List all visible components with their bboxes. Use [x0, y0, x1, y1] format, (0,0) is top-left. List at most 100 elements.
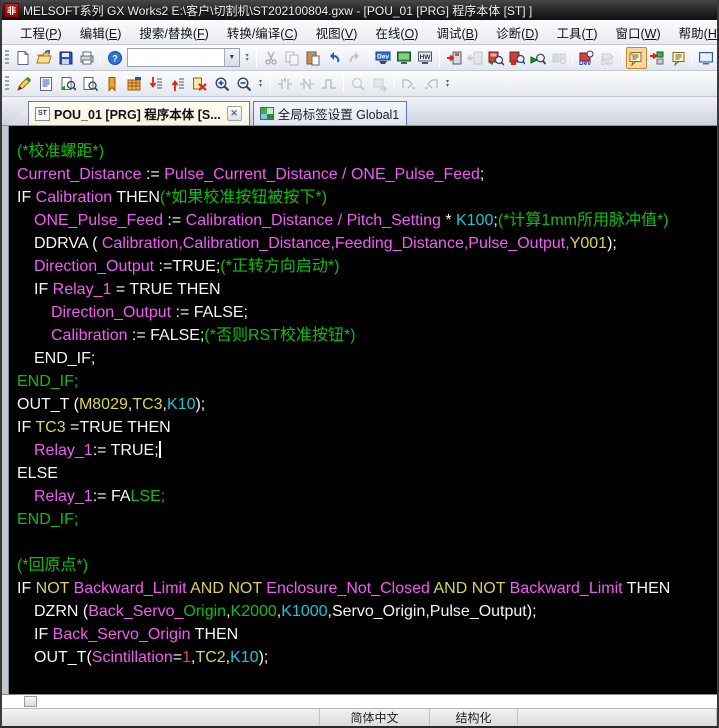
code-token: IF	[17, 580, 36, 597]
device-display-dev-icon[interactable]: Dev	[576, 47, 597, 69]
horizontal-scrollbar[interactable]	[2, 694, 717, 708]
title-bar[interactable]: 非 MELSOFT系列 GX Works2 E:\客户\切割机\ST202100…	[2, 0, 717, 20]
code-line[interactable]: Direction_Output :=TRUE;(*正转方向启动*)	[27, 255, 717, 278]
menu-project[interactable]: 工程(P)	[11, 20, 71, 45]
paste-icon[interactable]	[303, 47, 324, 69]
menu-view[interactable]: 视图(V)	[307, 20, 367, 45]
toolbar-separator	[343, 74, 344, 93]
code-token: := TRUE;	[92, 442, 159, 459]
code-line[interactable]: Relay_1:= FALSE;	[27, 485, 717, 508]
transfer-setup-icon[interactable]	[647, 47, 668, 69]
code-line[interactable]: END_IF;	[27, 347, 717, 370]
toolbar-overflow-button[interactable]: ▾ ▾	[242, 48, 253, 68]
help-icon[interactable]: ?	[104, 47, 125, 69]
monitor-stop-icon[interactable]	[506, 47, 527, 69]
io-system-setting-icon[interactable]: HW	[415, 47, 436, 69]
comment-batch-icon[interactable]	[668, 47, 689, 69]
code-token: Calibration	[35, 189, 113, 206]
code-line[interactable]: END_IF;	[10, 508, 717, 531]
menu-compile[interactable]: 转换/编译(C)	[218, 20, 307, 45]
code-token: := FALSE;	[127, 327, 205, 344]
find-in-doc-icon[interactable]	[79, 73, 101, 95]
menu-edit[interactable]: 编辑(E)	[71, 20, 131, 45]
code-line[interactable]: IF Calibration THEN(*如果校准按钮被按下*)	[10, 186, 717, 209]
code-token: Backward_Limit	[73, 580, 187, 597]
code-line[interactable]: END_IF;	[10, 370, 717, 393]
comment-display-icon[interactable]	[625, 46, 647, 69]
menu-help[interactable]: 帮助(H)	[670, 20, 719, 45]
code-line[interactable]: Current_Distance := Pulse_Current_Distan…	[10, 163, 717, 186]
tab-pou01-st[interactable]: ST POU_01 [PRG] 程序本体 [S... ✕	[28, 101, 250, 125]
delete-find-icon[interactable]	[189, 73, 211, 95]
code-line[interactable]: (*校准螺距*)	[10, 140, 717, 163]
code-token: Origin	[183, 603, 227, 620]
monitor-start-icon[interactable]	[485, 47, 506, 69]
menu-tools[interactable]: 工具(T)	[548, 20, 607, 45]
st-code-editor[interactable]: (*校准螺距*) Current_Distance := Pulse_Curren…	[2, 126, 717, 694]
code-token: AND NOT	[190, 580, 262, 597]
code-line[interactable]: Calibration := FALSE;(*否则RST校准按钮*)	[44, 324, 717, 347]
code-line[interactable]: DDRVA ( Calibration,Calibration_Distance…	[27, 232, 717, 255]
code-line[interactable]: OUT_T(Scintillation=1,TC2,K10);	[27, 646, 717, 669]
bookmark-icon[interactable]	[101, 73, 123, 95]
ladder-close-contact-icon	[296, 73, 318, 95]
toolbar-overflow-button[interactable]: ▾ ▾	[255, 74, 266, 94]
zoom-out-icon[interactable]	[233, 73, 255, 95]
status-right	[518, 709, 717, 726]
new-file-icon[interactable]	[13, 47, 34, 69]
code-line[interactable]: (*回原点*)	[10, 554, 717, 577]
code-token: 1	[182, 649, 191, 666]
code-line[interactable]: IF NOT Backward_Limit AND NOT Enclosure_…	[10, 577, 717, 600]
code-line[interactable]: OUT_T (M8029,TC3,K10);	[10, 393, 717, 416]
st-code-area[interactable]: (*校准螺距*) Current_Distance := Pulse_Curren…	[10, 140, 717, 669]
monitor-screen-green-icon[interactable]	[394, 47, 415, 69]
menu-diagnostics[interactable]: 诊断(D)	[487, 20, 547, 45]
toolbar-overflow-button[interactable]: ▾ ▾	[442, 74, 453, 94]
toolbar-separator	[394, 74, 395, 93]
hscroll-thumb[interactable]	[24, 696, 37, 707]
monitor-window-icon[interactable]	[696, 47, 717, 69]
save-icon[interactable]	[55, 47, 76, 69]
device-comment-edit-icon[interactable]	[123, 73, 145, 95]
word-find-down-icon[interactable]	[145, 73, 167, 95]
svg-text:Dev: Dev	[601, 60, 613, 66]
print-icon[interactable]	[76, 47, 97, 69]
code-line[interactable]: DZRN (Back_Servo_Origin,K2000,K1000,Serv…	[27, 600, 717, 623]
undo-icon[interactable]	[324, 47, 345, 69]
svg-text:HW: HW	[420, 54, 432, 61]
menu-debug[interactable]: 调试(B)	[427, 20, 487, 45]
code-token: (*回原点*)	[17, 557, 89, 574]
watch-start-icon[interactable]	[527, 47, 548, 69]
watch-stop-icon	[548, 47, 569, 69]
chevron-down-icon[interactable]: ▼	[223, 49, 239, 66]
zoom-in-icon[interactable]	[211, 73, 233, 95]
combobox-value[interactable]	[128, 49, 224, 66]
word-find-up-icon[interactable]	[167, 73, 189, 95]
write-to-plc-icon[interactable]	[443, 47, 464, 69]
read-mode-doc-icon[interactable]	[35, 73, 57, 95]
code-line[interactable]: IF Relay_1 = TRUE THEN	[27, 278, 717, 301]
open-file-icon[interactable]	[34, 47, 55, 69]
code-token: END_IF;	[17, 511, 79, 528]
code-line[interactable]: ELSE	[10, 462, 717, 485]
code-token: =TRUE THEN	[65, 419, 171, 436]
code-line[interactable]: IF Back_Servo_Origin THEN	[27, 623, 717, 646]
code-line[interactable]	[10, 531, 717, 554]
menu-find-replace[interactable]: 搜索/替换(F)	[130, 20, 217, 45]
code-line[interactable]: Direction_Output := FALSE;	[44, 301, 717, 324]
tab-global-label[interactable]: 全局标签设置 Global1	[252, 101, 408, 125]
code-token: (*如果校准按钮被按下*)	[159, 189, 327, 206]
code-line[interactable]: IF TC3 =TRUE THEN	[10, 416, 717, 439]
code-token: Calibration,Calibration_Distance,Feeding…	[101, 235, 570, 252]
close-tab-icon[interactable]: ✕	[226, 106, 242, 121]
code-token: OUT_T(	[34, 649, 92, 666]
code-token: =	[172, 649, 183, 666]
code-line[interactable]: ONE_Pulse_Feed := Calibration_Distance /…	[27, 209, 717, 232]
code-line[interactable]: Relay_1:= TRUE;	[27, 439, 717, 462]
menu-window[interactable]: 窗口(W)	[606, 20, 669, 45]
toolbar-combobox[interactable]: ▼	[127, 48, 240, 67]
find-replace-next-icon[interactable]	[57, 73, 79, 95]
edit-mode-pencil-icon[interactable]	[13, 73, 35, 95]
device-comment-dev-icon[interactable]: Dev	[373, 47, 394, 69]
menu-online[interactable]: 在线(O)	[366, 20, 427, 45]
